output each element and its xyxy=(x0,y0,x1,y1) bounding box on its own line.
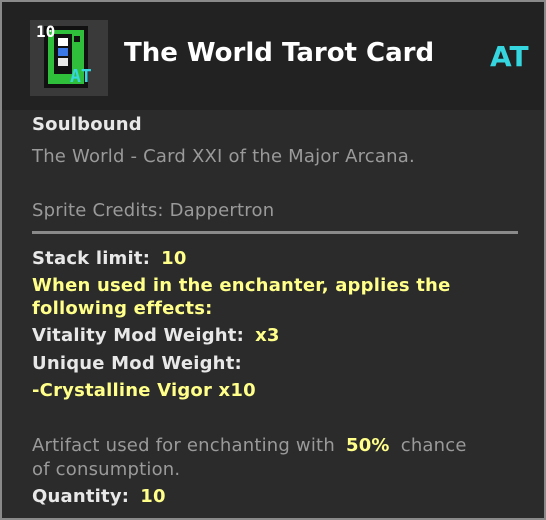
artifact-prefix: Artifact used for enchanting with xyxy=(32,435,335,456)
stack-limit-value: 10 xyxy=(161,248,187,269)
divider xyxy=(32,231,518,234)
item-icon-slot: 10 AT xyxy=(30,20,108,96)
artifact-suffix: chance xyxy=(400,435,467,456)
mod-tag: AT xyxy=(490,40,529,73)
artifact-row: Artifact used for enchanting with 50% ch… xyxy=(32,435,467,456)
vitality-label: Vitality Mod Weight: xyxy=(32,325,245,346)
enchanter-line-1: When used in the enchanter, applies the xyxy=(32,275,451,296)
artifact-line-2: of consumption. xyxy=(32,459,181,480)
stack-limit-label: Stack limit: xyxy=(32,248,151,269)
tooltip-header: 10 AT The World Tarot Card AT xyxy=(2,2,544,110)
stack-count: 10 xyxy=(36,22,56,41)
item-name: The World Tarot Card xyxy=(124,38,435,68)
unique-entry: -Crystalline Vigor x10 xyxy=(32,380,256,401)
vitality-value: x3 xyxy=(255,325,280,346)
quantity-label: Quantity: xyxy=(32,486,130,507)
icon-badge: AT xyxy=(70,66,92,87)
credits-text: Sprite Credits: Dappertron xyxy=(32,200,275,221)
item-tooltip: 10 AT The World Tarot Card AT Soulbound … xyxy=(0,0,546,520)
unique-label: Unique Mod Weight: xyxy=(32,353,242,374)
quantity-row: Quantity: 10 xyxy=(32,486,166,507)
binding-text: Soulbound xyxy=(32,114,142,135)
quantity-value: 10 xyxy=(140,486,166,507)
enchanter-line-2: following effects: xyxy=(32,298,213,319)
description-text: The World - Card XXI of the Major Arcana… xyxy=(32,146,415,167)
artifact-percent: 50% xyxy=(345,435,390,456)
vitality-row: Vitality Mod Weight: x3 xyxy=(32,325,280,346)
stack-limit-row: Stack limit: 10 xyxy=(32,248,187,269)
